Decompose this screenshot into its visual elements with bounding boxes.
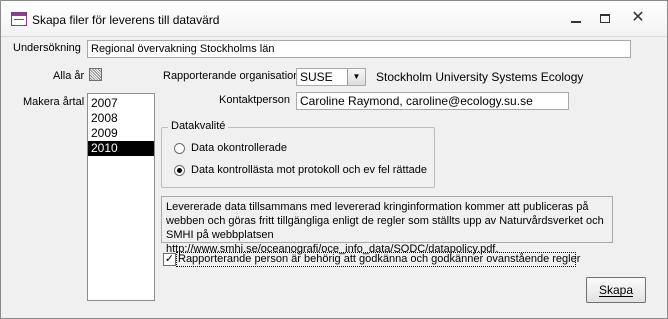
minimize-icon [571,21,581,23]
skapa-button[interactable]: Skapa [586,277,646,303]
window-title: Skapa filer för leverens till datavärd [32,13,220,27]
year-listbox[interactable]: 2007 2008 2009 2010 [87,93,155,301]
year-item-2009[interactable]: 2009 [88,126,154,141]
minimize-button[interactable] [561,7,591,29]
radio-data-kontrollasta[interactable] [174,165,185,176]
kontaktperson-field[interactable]: Caroline Raymond, caroline@ecology.su.se [296,92,569,110]
organisation-label: Rapporterande organisation [163,70,300,82]
close-icon: ✕ [631,9,645,26]
radio-data-okontrollerade[interactable] [174,143,185,154]
dropdown-arrow-icon[interactable]: ▼ [347,69,365,85]
organisation-code: SUSE [300,70,333,84]
radio-label-okontrollerade: Data okontrollerade [191,142,288,154]
datakvalite-group [161,127,435,188]
godkann-label[interactable]: Rapporterande person är behörig att godk… [178,253,580,265]
year-item-2008[interactable]: 2008 [88,111,154,126]
title-bar[interactable]: Skapa filer för leverens till datavärd ✕ [1,1,667,37]
dialog-window: Skapa filer för leverens till datavärd ✕… [0,0,668,319]
skapa-button-label: Skapa [598,283,634,297]
maximize-button[interactable] [590,7,620,29]
radio-label-kontrollasta: Data kontrollästa mot protokoll och ev f… [191,164,428,176]
year-item-2010[interactable]: 2010 [88,141,154,156]
makera-artal-label: Makera årtal [23,96,85,108]
year-item-2007[interactable]: 2007 [88,96,154,111]
organisation-name: Stockholm University Systems Ecology [376,70,584,84]
alla-ar-checkbox[interactable] [89,68,102,81]
organisation-combobox[interactable]: SUSE ▼ [296,68,366,86]
undersokning-label: Undersökning [13,42,81,54]
kontaktperson-label: Kontaktperson [219,94,290,106]
alla-ar-label: Alla år [53,70,85,82]
undersokning-field[interactable]: Regional övervakning Stockholms län [87,40,631,58]
close-button[interactable]: ✕ [623,7,653,29]
form-icon [11,12,27,26]
maximize-icon [600,14,610,23]
policy-info-text: Levererade data tillsammans med leverera… [161,196,613,255]
datakvalite-legend: Datakvalité [168,120,229,132]
godkann-checkbox[interactable]: ✓ [163,253,176,266]
